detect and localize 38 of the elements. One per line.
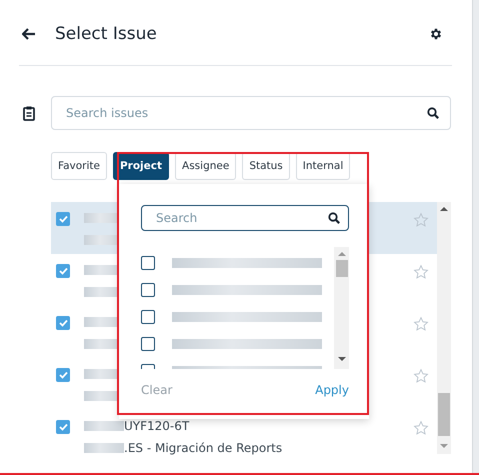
- scroll-down-icon[interactable]: [338, 357, 346, 361]
- checkbox[interactable]: [141, 256, 155, 270]
- scrollbar[interactable]: [437, 202, 451, 454]
- checkbox[interactable]: [56, 212, 70, 226]
- checkbox[interactable]: [141, 282, 155, 296]
- scroll-up-icon[interactable]: [440, 207, 448, 211]
- dropdown-search-field[interactable]: Search: [141, 205, 349, 231]
- star-icon[interactable]: [413, 316, 429, 332]
- filter-tab[interactable]: Favorite: [51, 152, 107, 180]
- clipboard-icon: [23, 106, 35, 120]
- filter-tab[interactable]: Status: [242, 152, 290, 180]
- search-field[interactable]: Search issues: [51, 96, 451, 130]
- scroll-thumb[interactable]: [438, 393, 450, 436]
- filter-tab[interactable]: Project: [112, 152, 170, 180]
- scroll-thumb[interactable]: [336, 260, 348, 277]
- redacted-text: [84, 421, 124, 431]
- filter-tab[interactable]: Internal: [296, 152, 350, 180]
- redacted-text: [84, 443, 124, 453]
- scrollbar[interactable]: [334, 247, 349, 369]
- search-icon[interactable]: [427, 107, 439, 119]
- checkbox[interactable]: [56, 420, 70, 434]
- checkbox[interactable]: [56, 264, 70, 278]
- star-icon[interactable]: [413, 264, 429, 280]
- back-arrow-icon[interactable]: [22, 28, 36, 40]
- checkbox[interactable]: [141, 336, 155, 350]
- star-icon[interactable]: [413, 212, 429, 228]
- checkbox[interactable]: [56, 368, 70, 382]
- issue-summary: .ES - Migración de Reports: [124, 441, 282, 455]
- apply-button[interactable]: Apply: [315, 383, 349, 397]
- filter-tab[interactable]: Assignee: [175, 152, 236, 180]
- dialog-title: Select Issue: [55, 24, 158, 44]
- star-icon[interactable]: [413, 368, 429, 384]
- checkbox[interactable]: [141, 310, 155, 324]
- star-icon[interactable]: [413, 420, 429, 436]
- settings-icon[interactable]: [429, 27, 443, 41]
- issue-key: UYF120-6T: [124, 419, 190, 433]
- checkbox[interactable]: [56, 316, 70, 330]
- search-icon[interactable]: [328, 212, 340, 224]
